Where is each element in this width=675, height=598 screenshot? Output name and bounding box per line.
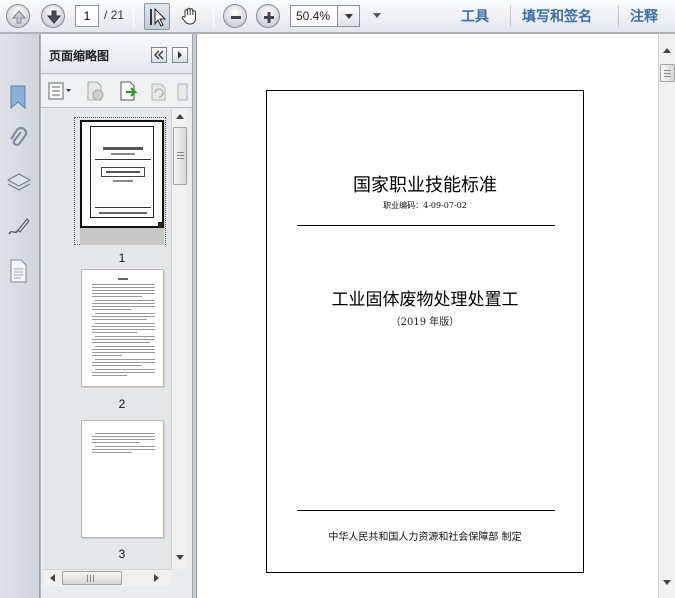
chevron-right-icon [178,51,182,59]
grip-icon [664,70,671,71]
page-properties-icon [177,83,188,101]
zoom-out-button[interactable] [223,4,247,28]
document-view[interactable]: 国家职业技能标准 职业编码：4-09-07-02 工业固体废物处理处置工 （20… [197,34,658,598]
grip-icon [177,152,184,153]
toolbar-divider [510,5,511,27]
thumbnail-selection-band [80,228,164,245]
scroll-right-icon[interactable] [154,574,159,582]
thumbnail-page-number: 3 [118,547,126,561]
fill-sign-link[interactable]: 填写和签名 [522,6,592,26]
arrow-up-icon [11,10,27,24]
chevron-down-icon [345,14,353,19]
thumbnail-panel: 页面缩略图 1 2 3 [41,34,192,598]
thumbnail-text-content [92,278,155,376]
thumbnail-list[interactable]: 1 2 3 [44,109,171,569]
collapse-panel-button[interactable] [151,47,167,63]
previous-page-button[interactable] [6,4,30,28]
bookmark-icon [10,85,26,110]
panel-options-button[interactable] [172,47,188,63]
layers-button[interactable] [6,170,32,198]
signatures-button[interactable] [6,214,32,242]
scrollbar-thumb[interactable] [62,571,122,585]
list-options-icon [48,82,71,100]
chevron-down-icon [373,13,381,18]
occupation-code: 职业编码：4-09-07-02 [383,201,467,210]
tools-link[interactable]: 工具 [461,6,489,26]
thumbnail-page-3[interactable] [81,420,164,538]
scroll-up-icon[interactable] [176,114,184,119]
thumbnail-page-number: 2 [118,397,126,411]
insert-page-icon [120,81,138,101]
signature-pen-icon [8,218,30,235]
toolbar-divider [213,5,214,28]
zoom-dropdown-button[interactable] [338,5,360,27]
more-tools-button[interactable] [368,5,386,27]
plus-icon [264,12,274,23]
delete-page-button[interactable] [84,80,106,102]
double-chevron-left-icon [154,50,164,60]
thumbnail-text-line [99,212,147,214]
horizontal-rule [297,225,555,226]
panel-title: 页面缩略图 [49,49,110,63]
navigation-rail [0,34,40,598]
scrollbar-thumb[interactable] [173,127,187,185]
toolbar-divider [133,5,134,28]
scrollbar-thumb[interactable] [660,64,675,82]
scroll-up-icon[interactable] [663,48,671,53]
delete-page-icon [87,81,104,101]
page-icon [10,259,27,283]
document-main-title: 工业固体废物处理处置工 [331,290,519,310]
thumbnail-rule [95,159,151,160]
thumbnail-options-button[interactable] [47,80,71,102]
thumbnail-border [90,126,154,218]
zoom-in-button[interactable] [256,4,280,28]
document-edition: （2019 年版） [390,317,460,328]
thumbnail-rule [95,207,151,208]
toolbar-divider [618,5,619,27]
scroll-left-icon[interactable] [50,574,55,582]
page-total-label: / 21 [104,8,125,22]
thumbnail-title-line [103,147,143,150]
document-vertical-scrollbar[interactable] [658,34,675,598]
thumbnail-vertical-scrollbar[interactable] [171,109,187,569]
thumbnail-text-line [113,180,133,182]
document-title: 国家职业技能标准 [353,175,497,196]
thumbnail-page-1[interactable] [80,120,164,228]
thumbnail-page-number: 1 [118,251,126,265]
paperclip-icon [10,126,28,146]
attachments-button[interactable] [6,126,32,154]
hand-tool-button[interactable] [176,3,202,30]
thumbnail-text-line [111,153,135,155]
insert-page-button[interactable] [117,80,139,102]
rotate-page-button[interactable] [147,80,169,102]
page-number-input[interactable] [75,5,99,27]
grip-icon [87,575,88,582]
select-tool-button[interactable] [144,3,170,30]
thumbnail-text-content [92,433,155,453]
panel-header: 页面缩略图 [41,34,192,74]
page-properties-button[interactable] [175,80,189,102]
rotate-page-icon [151,83,166,101]
main-toolbar: / 21 50.4% 工具 填写和签名 注释 [0,0,675,33]
bookmark-button[interactable] [6,84,32,112]
next-page-button[interactable] [41,4,65,28]
thumbnail-title-box [101,167,145,177]
page-thumbnails-button[interactable] [6,258,32,286]
document-page: 国家职业技能标准 职业编码：4-09-07-02 工业固体废物处理处置工 （20… [266,90,584,573]
minus-icon [231,16,241,19]
layers-icon [6,173,32,191]
thumbnail-horizontal-scrollbar[interactable] [44,569,171,586]
scroll-down-icon[interactable] [176,555,184,560]
text-select-cursor-icon [150,7,167,27]
scroll-down-icon[interactable] [663,580,671,585]
panel-toolbar [41,75,192,108]
zoom-level-input[interactable]: 50.4% [290,5,338,27]
document-issuer: 中华人民共和国人力资源和社会保障部 制定 [328,532,522,543]
hand-icon [181,7,196,25]
arrow-down-icon [46,10,62,24]
horizontal-rule [297,510,555,511]
comment-link[interactable]: 注释 [630,6,658,26]
thumbnail-page-2[interactable] [81,269,164,387]
